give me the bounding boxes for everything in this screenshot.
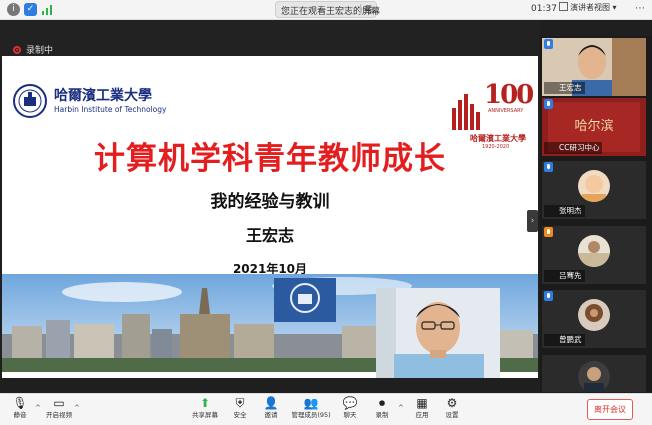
participant-tile[interactable]: 吕骞先: [542, 226, 646, 284]
grid-icon: [559, 2, 568, 11]
logo-name-cn: 哈爾濱工業大學: [54, 88, 152, 104]
manage-members-button[interactable]: 👥 管理成员(95): [286, 396, 336, 424]
avatar: [578, 299, 610, 331]
participant-tile[interactable]: 王宏志: [542, 38, 646, 96]
avatar: [578, 235, 610, 267]
add-user-icon: 👤: [263, 396, 279, 410]
record-icon: ⏺: [378, 396, 385, 410]
participant-name: 张明杰: [544, 205, 585, 217]
chevron-down-icon: ▾: [612, 3, 617, 12]
hit-seal-icon: [13, 84, 47, 118]
hit-logo: 哈爾濱工業大學 Harbin Institute of Technology: [12, 81, 166, 121]
record-label: 录制: [375, 411, 389, 419]
viewing-screen-banner[interactable]: 您正在观看王宏志的屏幕 号: [275, 1, 380, 18]
video-label: 开启视频: [46, 411, 72, 419]
mic-icon: [544, 162, 553, 172]
leave-meeting-button[interactable]: 离开会议: [587, 399, 633, 420]
meeting-timer: 01:37: [531, 4, 557, 14]
microphone-icon: 🎙: [12, 396, 28, 410]
mute-label: 静音: [13, 411, 27, 419]
top-bar: i ✓ 您正在观看王宏志的屏幕 号 01:37 演讲者视图 ▾ ⋯: [0, 0, 652, 20]
shield-icon[interactable]: ✓: [24, 3, 37, 16]
slide-author: 王宏志: [245, 226, 294, 245]
participant-tile[interactable]: 哈尔滨 CC研习中心: [542, 98, 646, 156]
recording-label: 录制中: [26, 46, 54, 56]
mic-icon: [544, 39, 553, 49]
participant-tile[interactable]: 曾鹏武: [542, 290, 646, 348]
members-icon: 👥: [303, 396, 319, 410]
more-icon[interactable]: ⋯: [635, 3, 645, 14]
gear-icon: ⚙: [446, 396, 458, 410]
mic-muted-icon: [544, 227, 553, 237]
record-button[interactable]: ⏺ 录制: [362, 396, 402, 424]
divider: [360, 4, 361, 15]
mic-icon: [544, 291, 553, 301]
info-icon[interactable]: i: [7, 3, 20, 16]
collapse-panel-icon[interactable]: ›: [527, 210, 538, 232]
record-icon: [13, 46, 21, 54]
participant-name: 曾鹏武: [544, 334, 585, 346]
mic-icon: [544, 99, 553, 109]
participant-tile[interactable]: [542, 355, 646, 392]
view-switch-label: 演讲者视图: [570, 3, 610, 12]
avatar: [578, 361, 610, 392]
participant-name: CC研习中心: [544, 142, 603, 154]
avatar: [578, 170, 610, 202]
settings-label: 设置: [445, 411, 459, 419]
view-options-menu[interactable]: 号: [364, 3, 373, 16]
video-options-caret[interactable]: ^: [74, 404, 80, 412]
building-silhouette-icon: [452, 94, 480, 130]
settings-button[interactable]: ⚙ 设置: [432, 396, 472, 424]
participant-name: 吕骞先: [544, 270, 585, 282]
slide-title: 计算机学科青年教师成长: [94, 141, 446, 177]
banner-text: 哈尔滨: [574, 118, 613, 134]
invite-button[interactable]: 👤 邀请: [251, 396, 291, 424]
invite-label: 邀请: [264, 411, 278, 419]
participant-name: 王宏志: [544, 82, 585, 94]
meeting-window: i ✓ 您正在观看王宏志的屏幕 号 01:37 演讲者视图 ▾ ⋯ 录制中 哈爾…: [0, 0, 652, 425]
recording-strip: [0, 20, 540, 60]
anniversary-number: 100: [484, 80, 534, 110]
signal-icon[interactable]: [41, 3, 54, 16]
anniversary-label: ANNIVERSARY: [488, 108, 524, 114]
meeting-toolbar: 🎙 静音 ^ ▭ 开启视频 ^ ⬆ 共享屏幕 ⛨ 安全 👤 邀请 👥 管理成员(…: [0, 393, 652, 425]
slide-subtitle: 我的经验与教训: [210, 192, 330, 212]
mute-button[interactable]: 🎙 静音: [0, 396, 40, 424]
manage-members-label: 管理成员(95): [291, 411, 331, 419]
speaker-video[interactable]: [376, 288, 500, 378]
logo-name-en: Harbin Institute of Technology: [54, 105, 167, 114]
view-switch-button[interactable]: 演讲者视图 ▾: [559, 2, 631, 17]
participant-tile[interactable]: 张明杰: [542, 161, 646, 219]
